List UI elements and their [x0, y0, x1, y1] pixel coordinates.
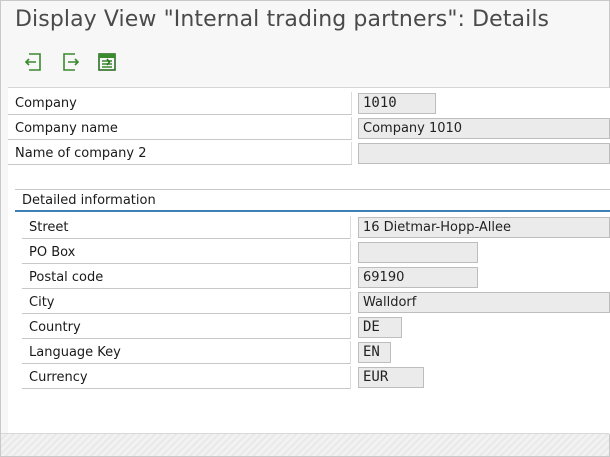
previous-entry-icon	[24, 53, 41, 71]
company-row: Company 1010	[8, 92, 610, 116]
street-label: Street	[22, 216, 351, 239]
company-field[interactable]: 1010	[358, 93, 436, 114]
city-row: City Walldorf	[22, 291, 610, 315]
company-label: Company	[8, 92, 352, 115]
po-box-label: PO Box	[22, 241, 351, 264]
language-key-field[interactable]: EN	[358, 342, 391, 363]
currency-label: Currency	[22, 366, 351, 389]
window-frame: Display View "Internal trading partners"…	[0, 0, 610, 457]
city-field[interactable]: Walldorf	[358, 292, 610, 313]
postal-code-field[interactable]: 69190	[358, 267, 478, 288]
page-title: Display View "Internal trading partners"…	[15, 7, 550, 32]
postal-code-row: Postal code 69190	[22, 266, 610, 290]
next-entry-button[interactable]	[59, 51, 81, 73]
street-field[interactable]: 16 Dietmar-Hopp-Allee	[358, 217, 610, 238]
variable-list-icon	[98, 53, 116, 71]
language-key-label: Language Key	[22, 341, 351, 364]
company-name-2-row: Name of company 2	[8, 142, 610, 166]
variable-list-button[interactable]	[96, 51, 118, 73]
currency-field[interactable]: EUR	[358, 367, 424, 388]
language-key-row: Language Key EN	[22, 341, 610, 365]
po-box-field[interactable]	[358, 242, 478, 263]
po-box-row: PO Box	[22, 241, 610, 265]
previous-entry-button[interactable]	[23, 51, 45, 73]
country-row: Country DE	[22, 316, 610, 340]
company-name-2-field[interactable]	[358, 143, 610, 164]
country-label: Country	[22, 316, 351, 339]
company-name-2-label: Name of company 2	[8, 142, 352, 165]
company-name-label: Company name	[8, 117, 352, 140]
street-row: Street 16 Dietmar-Hopp-Allee	[22, 216, 610, 240]
country-field[interactable]: DE	[358, 317, 402, 338]
status-area	[1, 433, 609, 456]
currency-row: Currency EUR	[22, 366, 610, 390]
city-label: City	[22, 291, 351, 314]
detailed-information-group: Detailed information Street 16 Dietmar-H…	[15, 189, 610, 420]
company-name-field[interactable]: Company 1010	[358, 118, 610, 139]
detail-content: Company 1010 Company name Company 1010 N…	[8, 87, 610, 434]
company-name-row: Company name Company 1010	[8, 117, 610, 141]
postal-code-label: Postal code	[22, 266, 351, 289]
group-title: Detailed information	[15, 190, 610, 212]
next-entry-icon	[63, 53, 80, 71]
